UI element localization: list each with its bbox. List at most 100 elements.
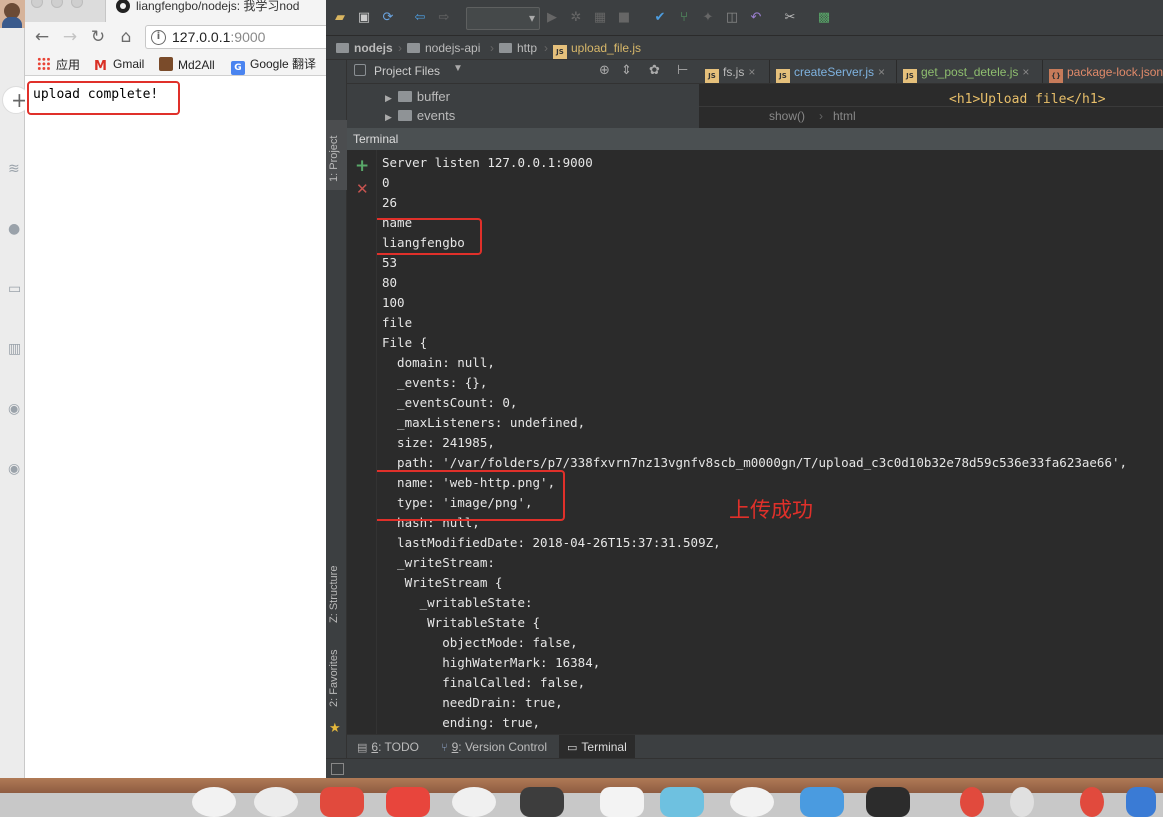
reload-icon[interactable]: ↻: [88, 26, 108, 48]
breadcrumb-nodejs[interactable]: nodejs: [336, 40, 393, 56]
json-file-icon: {}: [1049, 69, 1063, 83]
home-icon[interactable]: ⌂: [116, 26, 136, 48]
dock-app-icon[interactable]: [386, 787, 430, 817]
terminal-line: Server listen 127.0.0.1:9000: [382, 155, 593, 170]
gear-icon[interactable]: ✿: [649, 63, 660, 78]
trash-icon[interactable]: ▥: [8, 342, 22, 356]
editor-tab-bar: JS fs.js × JS createServer.js × JS get_post_d…: [699, 60, 1163, 84]
version-control-icon: ⑂: [441, 741, 448, 754]
terminal-actions: + ✕: [347, 150, 377, 734]
dock-app-icon[interactable]: [254, 787, 298, 817]
open-folder-icon[interactable]: ▰: [332, 10, 348, 26]
close-tab-icon[interactable]: ×: [878, 65, 885, 79]
coverage-icon[interactable]: ▦: [592, 10, 608, 26]
editor-crumb-separator: ›: [819, 109, 823, 123]
tree-item-buffer[interactable]: ▶ buffer: [385, 87, 450, 107]
plugin-icon[interactable]: ▩: [816, 10, 832, 26]
zoom-window-button[interactable]: [71, 0, 83, 8]
vcs-compare-icon[interactable]: ✦: [700, 10, 716, 26]
tree-item-events[interactable]: ▶ events: [385, 106, 455, 126]
new-session-icon[interactable]: +: [355, 156, 369, 176]
editor-tab-get-post-detele[interactable]: JS get_post_detele.js ×: [897, 60, 1043, 83]
forward-nav-icon[interactable]: ⇨: [436, 10, 452, 26]
back-icon[interactable]: ←: [32, 26, 52, 48]
dock-app-icon[interactable]: [1080, 787, 1104, 817]
close-window-button[interactable]: [31, 0, 43, 8]
dock-app-icon[interactable]: [600, 787, 644, 817]
dock-app-icon[interactable]: [452, 787, 496, 817]
save-icon[interactable]: ▣: [356, 10, 372, 26]
dock-app-icon[interactable]: [800, 787, 844, 817]
tool-tab-favorites[interactable]: 2: Favorites ★: [326, 643, 347, 736]
toggle-tool-windows-icon[interactable]: [331, 763, 344, 775]
tool-window-strip: 1: Project Z: Structure 2: Favorites ★: [326, 60, 347, 758]
dock-app-icon[interactable]: [520, 787, 564, 817]
dock-app-icon[interactable]: [1126, 787, 1156, 817]
editor-crumb-element[interactable]: html: [833, 109, 856, 123]
breadcrumb-http[interactable]: http: [499, 40, 537, 56]
locate-file-icon[interactable]: ⊕: [599, 63, 610, 78]
breadcrumb-upload-file[interactable]: JS upload_file.js: [553, 40, 641, 59]
user-avatar[interactable]: [0, 0, 25, 28]
terminal-line: _writableState:: [382, 595, 533, 610]
tool-tab-terminal[interactable]: ▭ Terminal: [559, 735, 635, 759]
editor-tab-fs[interactable]: JS fs.js ×: [699, 60, 770, 83]
dock-app-icon[interactable]: [320, 787, 364, 817]
address-bar[interactable]: i 127.0.0.1:9000: [145, 25, 326, 49]
run-configuration-select[interactable]: [466, 7, 540, 30]
editor-crumb-function[interactable]: show(): [769, 109, 805, 123]
run-icon[interactable]: ▶: [544, 10, 560, 26]
terminal-line: objectMode: false,: [382, 635, 578, 650]
project-view-title[interactable]: Project Files: [374, 64, 440, 78]
browser-tab[interactable]: liangfengbo/nodejs: 我学习nod: [105, 0, 326, 22]
bookmark-google-translate[interactable]: G Google 翻译: [231, 57, 316, 75]
terminal-output[interactable]: Server listen 127.0.0.1:9000 0 26 name l…: [377, 150, 1163, 734]
vcs-commit-icon[interactable]: ⑂: [676, 10, 692, 26]
tool-tab-structure[interactable]: Z: Structure: [326, 545, 347, 627]
tool-tab-label: : TODO: [378, 740, 419, 754]
minimize-window-button[interactable]: [51, 0, 63, 8]
revert-icon[interactable]: ↶: [748, 10, 764, 26]
time-circle-icon[interactable]: ◉: [8, 462, 22, 476]
vcs-update-icon[interactable]: ✔: [652, 10, 668, 26]
close-tab-icon[interactable]: ×: [748, 65, 755, 79]
editor-tab-package-lock[interactable]: {} package-lock.json: [1043, 60, 1163, 83]
close-tab-icon[interactable]: ×: [1022, 65, 1029, 79]
tool-tab-version-control[interactable]: ⑂ 9: Version Control: [433, 735, 555, 759]
dock-app-icon[interactable]: [730, 787, 774, 817]
sync-icon[interactable]: ⟳: [380, 10, 396, 26]
tool-tab-todo[interactable]: ▤ 6: TODO: [349, 735, 427, 759]
back-nav-icon[interactable]: ⇦: [412, 10, 428, 26]
url-port: :9000: [230, 29, 266, 45]
tool-tab-project[interactable]: 1: Project: [326, 120, 347, 190]
bookmark-md2all[interactable]: Md2All: [159, 57, 215, 73]
settings-icon[interactable]: ✂: [782, 10, 798, 26]
expand-icon[interactable]: ▶: [385, 107, 392, 127]
close-session-icon[interactable]: ✕: [356, 180, 369, 198]
dock-app-icon[interactable]: [866, 787, 910, 817]
editor-tab-createserver[interactable]: JS createServer.js ×: [770, 60, 897, 83]
code-editor[interactable]: <h1>Upload file</h1> show() › html: [699, 84, 1163, 128]
bookmark-apps[interactable]: 应用: [37, 57, 80, 73]
vcs-history-icon[interactable]: ◫: [724, 10, 740, 26]
breadcrumb-label: nodejs-api: [425, 41, 481, 55]
user-icon[interactable]: ●: [8, 222, 22, 236]
stop-icon[interactable]: ■: [616, 10, 632, 26]
breadcrumb-nodejs-api[interactable]: nodejs-api: [407, 40, 480, 56]
forward-icon[interactable]: →: [60, 26, 80, 48]
site-info-icon[interactable]: i: [151, 30, 166, 45]
hide-panel-icon[interactable]: ⊢: [677, 63, 688, 78]
terminal-line: ending: true,: [382, 715, 541, 730]
debug-icon[interactable]: ✲: [568, 10, 584, 26]
dock-app-icon[interactable]: [960, 787, 984, 817]
dock-app-icon[interactable]: [660, 787, 704, 817]
layers-icon[interactable]: ≋: [8, 162, 22, 176]
folder-icon[interactable]: ▭: [8, 282, 22, 296]
dock-app-icon[interactable]: [1010, 787, 1034, 817]
check-circle-icon[interactable]: ◉: [8, 402, 22, 416]
collapse-all-icon[interactable]: ⇕: [621, 63, 632, 78]
dock-app-icon[interactable]: [192, 787, 236, 817]
expand-icon[interactable]: ▶: [385, 88, 392, 108]
chevron-down-icon[interactable]: ▼: [453, 63, 463, 74]
bookmark-gmail[interactable]: M Gmail: [94, 57, 144, 74]
